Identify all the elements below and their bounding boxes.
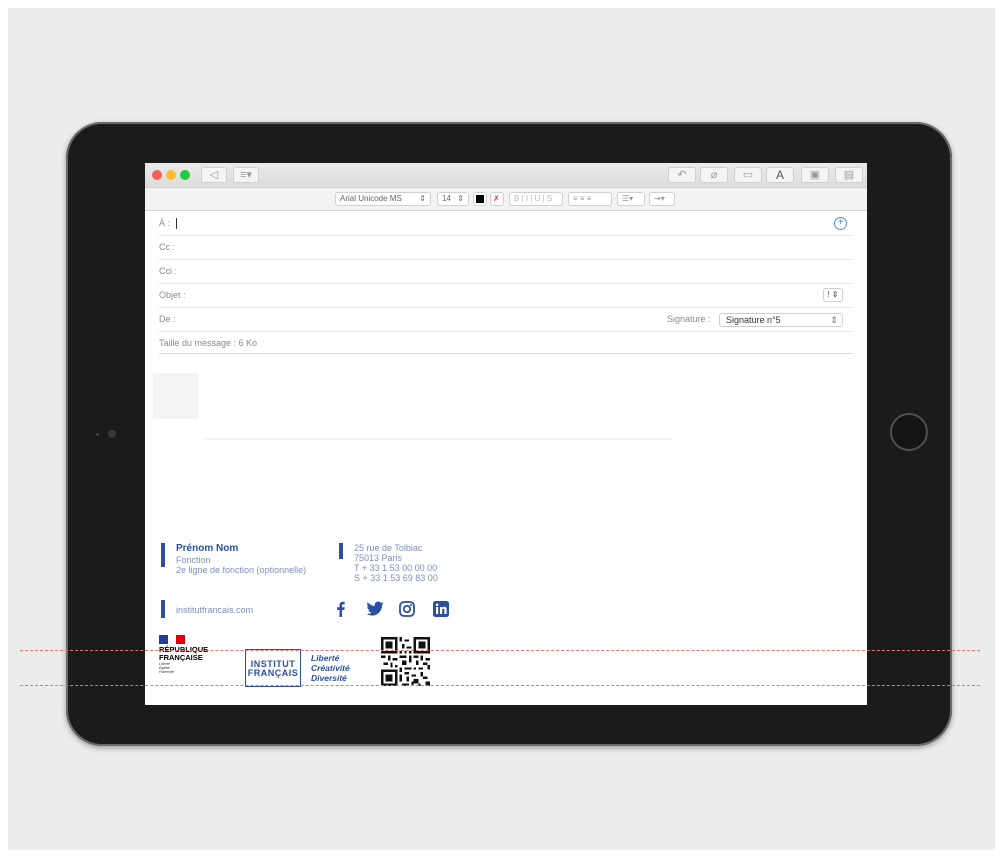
format-button[interactable]: A [766, 167, 794, 183]
biu-icon: B | I | U | S [514, 194, 553, 203]
website-accent-bar [161, 600, 165, 618]
send-icon: ◁ [209, 169, 219, 181]
message-size-label: Taille du message : 6 Ko [159, 338, 258, 348]
list-style-icon: ☰▾ [622, 194, 634, 203]
signature-function: Fonction [176, 555, 211, 565]
minimize-window-button[interactable] [166, 170, 176, 180]
devise-text: Liberté Égalité Fraternité [159, 662, 174, 674]
faint-text-line [203, 438, 673, 440]
reply-button[interactable]: ↶ [668, 167, 696, 183]
photo-browser-button[interactable]: ▣ [801, 167, 829, 183]
republique-text: RÉPUBLIQUE FRANÇAISE [159, 645, 209, 662]
color-swatch [476, 195, 484, 203]
font-size-select[interactable]: 14 ⇕ [437, 192, 469, 206]
font-family-label: Arial Unicode MS [340, 194, 402, 203]
address-accent-bar [339, 543, 343, 559]
mail-compose-window: ◁ ≡▾ ↶ ⌀ ▭ A ▣ ▤ Arial Unicode MS ⇕ 14 ⇕ ✗… [145, 163, 867, 705]
signature-website-link[interactable]: institutfrancais.com [176, 606, 253, 615]
faint-image-placeholder [153, 373, 198, 419]
list-icon: ≡▾ [240, 169, 252, 181]
name-accent-bar [161, 543, 165, 567]
window-toolbar: ◁ ≡▾ ↶ ⌀ ▭ A ▣ ▤ [145, 163, 867, 188]
to-field[interactable]: À : + [159, 211, 853, 236]
attach-button[interactable]: ⌀ [700, 167, 728, 183]
twitter-icon[interactable] [366, 601, 384, 617]
paperclip-icon: ⌀ [710, 169, 718, 181]
bcc-field[interactable]: Cci : [159, 259, 853, 284]
signature-name: Prénom Nom [176, 543, 239, 554]
priority-select[interactable]: ! ⇕ [823, 288, 843, 302]
instagram-icon[interactable] [399, 601, 415, 617]
highlight-icon: ✗ [493, 194, 500, 203]
subject-label: Objet : [159, 290, 186, 300]
format-bar: Arial Unicode MS ⇕ 14 ⇕ ✗ B | I | U | S ≡ … [145, 188, 867, 211]
font-size-label: 14 [442, 194, 451, 203]
list-style-select[interactable]: ☰▾ [617, 192, 645, 206]
cc-field[interactable]: Cc : [159, 235, 853, 260]
text-color-button[interactable] [473, 192, 487, 206]
send-button[interactable]: ◁ [201, 167, 227, 183]
signature-label: Signature : [666, 314, 711, 324]
font-icon: A [775, 168, 784, 182]
camera [108, 430, 116, 438]
guide-line-bottom [20, 685, 980, 686]
add-contact-icon[interactable]: + [834, 217, 847, 230]
chevron-updown-icon: ⇕ [419, 194, 426, 203]
signature-address-line1: 25 rue de Tolbiac [354, 543, 423, 553]
french-flag-icon [159, 635, 186, 644]
header-fields-menu[interactable]: ≡▾ [233, 167, 259, 183]
signature-picker: Signature : Signature n°5 ⇕ [667, 311, 843, 327]
cc-label: Cc : [159, 242, 176, 252]
header-toggle-button[interactable]: ▭ [734, 167, 762, 183]
facebook-icon[interactable] [333, 601, 349, 617]
institut-francais-logo: INSTITUT FRANÇAIS [245, 649, 301, 687]
highlight-color-button[interactable]: ✗ [490, 192, 504, 206]
font-family-select[interactable]: Arial Unicode MS ⇕ [335, 192, 431, 206]
photo-icon: ▣ [809, 169, 821, 181]
indent-icon: ⇥▾ [654, 194, 665, 203]
signature-select[interactable]: Signature n°5 ⇕ [719, 312, 843, 327]
signature-function-line2: 2e ligne de fonction (optionnelle) [176, 565, 307, 575]
zoom-window-button[interactable] [180, 170, 190, 180]
header-icon: ▭ [742, 169, 754, 181]
alignment-group[interactable]: ≡ ≡ ≡ [568, 192, 612, 206]
bold-italic-underline-group[interactable]: B | I | U | S [509, 192, 563, 206]
indent-select[interactable]: ⇥▾ [649, 192, 675, 206]
template-icon: ▤ [843, 169, 855, 181]
message-size-row: Taille du message : 6 Ko [159, 331, 853, 354]
close-window-button[interactable] [152, 170, 162, 180]
signature-phone: T + 33 1 53 00 00 00 [354, 563, 438, 573]
text-cursor [175, 218, 177, 230]
sensor-dot [96, 433, 99, 436]
from-field[interactable]: De : Signature : Signature n°5 ⇕ [159, 307, 853, 332]
signature-address-line2: 75013 Paris [354, 553, 403, 563]
stationery-button[interactable]: ▤ [835, 167, 863, 183]
slogan: Liberté Créativité Diversité [311, 653, 350, 683]
guide-line-top [20, 650, 980, 651]
bcc-label: Cci : [159, 266, 177, 276]
signature-standard: S + 33 1 53 69 83 00 [354, 573, 438, 583]
reply-icon: ↶ [677, 169, 687, 181]
align-icon: ≡ ≡ ≡ [573, 194, 592, 203]
chevron-updown-icon: ⇕ [830, 314, 838, 325]
chevron-updown-icon: ⇕ [457, 194, 464, 203]
home-button[interactable] [890, 413, 928, 451]
linkedin-icon[interactable] [433, 601, 449, 617]
from-label: De : [159, 314, 176, 324]
qr-code [381, 637, 430, 686]
republique-francaise-logo: RÉPUBLIQUE FRANÇAISE Liberté Égalité Frater… [159, 635, 221, 675]
subject-field[interactable]: Objet : ! ⇕ [159, 283, 853, 308]
signature-value: Signature n°5 [726, 314, 781, 325]
to-label: À : [159, 218, 171, 228]
